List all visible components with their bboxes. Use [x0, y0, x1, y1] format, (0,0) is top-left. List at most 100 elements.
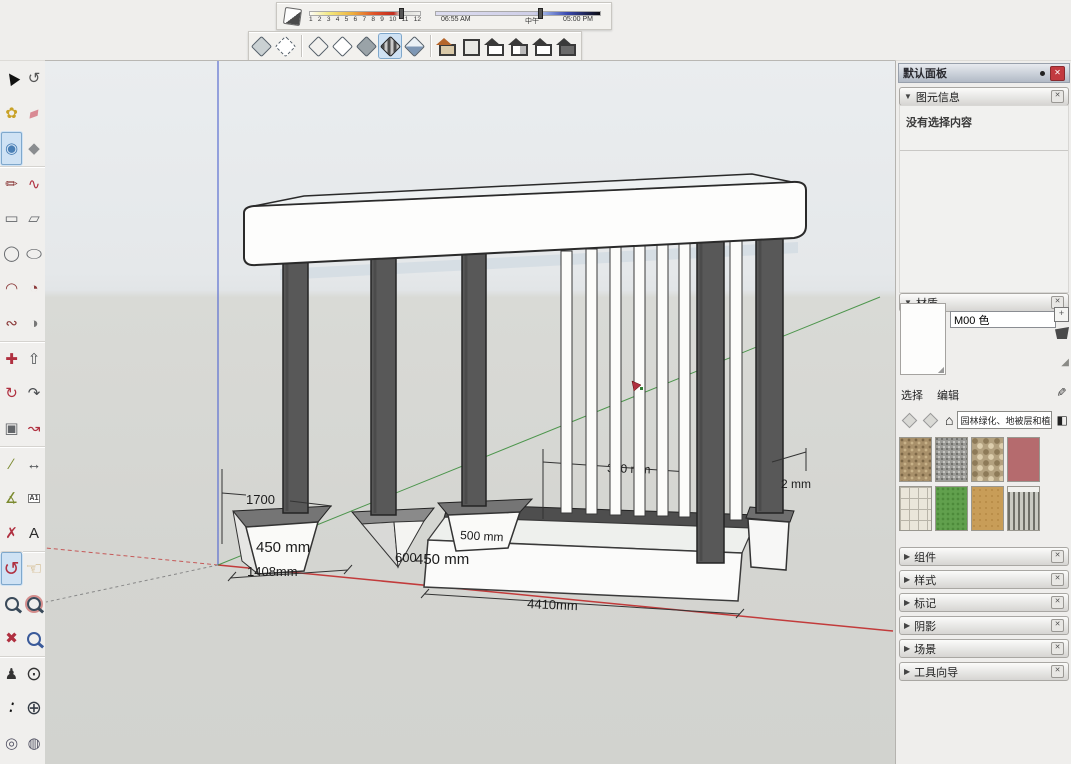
section-header-2[interactable]: ▶样式✕ — [899, 570, 1069, 589]
paint-bucket-icon[interactable] — [1055, 327, 1069, 339]
look-around-tool-icon: ⊙ — [26, 665, 42, 684]
swatch-river-rock[interactable] — [971, 437, 1004, 482]
tray-close-button[interactable]: ✕ — [1050, 66, 1065, 81]
section-header-5[interactable]: ▶场景✕ — [899, 639, 1069, 658]
axes-tool[interactable]: ✗ — [0, 516, 23, 551]
position-camera-tool[interactable]: ♟ — [0, 656, 23, 691]
previous-view-tool[interactable] — [23, 621, 45, 656]
section-header-6[interactable]: ▶工具向导✕ — [899, 662, 1069, 681]
swatch-gravel-brown[interactable] — [899, 437, 932, 482]
top-view-icon[interactable] — [460, 34, 482, 58]
rotated-rectangle-tool[interactable]: ▱ — [23, 201, 45, 236]
paint-bucket-tool[interactable]: ✿ — [0, 96, 23, 131]
zoom-window-tool[interactable] — [23, 586, 45, 621]
shaded-mode-icon[interactable] — [355, 34, 377, 58]
line-tool[interactable]: ✏ — [0, 166, 23, 201]
select-tool[interactable]: ▶ — [0, 61, 23, 96]
arc-tool[interactable]: ◠ — [0, 271, 23, 306]
back-arrow-icon[interactable] — [902, 412, 918, 428]
sample-paint-icon[interactable]: ✎ — [1054, 387, 1068, 397]
model-canvas[interactable]: 390 mm — [45, 61, 895, 764]
wireframe-mode-icon[interactable] — [307, 34, 329, 58]
right-view-icon[interactable] — [508, 34, 530, 58]
iso-view-icon[interactable] — [436, 34, 458, 58]
solid-shape-tool[interactable]: ◆ — [23, 131, 45, 166]
forward-arrow-icon[interactable] — [923, 412, 939, 428]
eraser-tool[interactable]: ▰ — [23, 96, 45, 131]
rotate-tool[interactable]: ↻ — [0, 376, 23, 411]
pie-tool[interactable]: ◔ — [23, 271, 45, 306]
material-category-dropdown[interactable]: 园林绿化、地被层和植被 ∨ — [957, 411, 1052, 429]
ellipse-tool[interactable]: ◯ — [23, 236, 45, 271]
follow-me-tool[interactable]: ↷ — [23, 376, 45, 411]
entity-info-header[interactable]: ▼ 图元信息 ✕ — [899, 87, 1069, 106]
3d-text-tool[interactable]: A — [23, 516, 45, 551]
back-view-icon[interactable] — [532, 34, 554, 58]
section-close-button[interactable]: ✕ — [1051, 665, 1064, 678]
tab-select[interactable]: 选择 — [901, 387, 923, 402]
zoom-tool[interactable] — [0, 586, 23, 621]
shadow-date-slider[interactable]: 123456789101112 — [309, 5, 421, 27]
zoom-extents-tool[interactable]: ✖ — [0, 621, 23, 656]
monochrome-mode-icon[interactable] — [403, 34, 425, 58]
modeling-viewport[interactable]: 390 mm — [45, 60, 895, 764]
swatch-brick-red[interactable] — [1007, 437, 1040, 482]
rotated-rectangle-tool-icon: ▱ — [28, 211, 40, 226]
text-tool[interactable]: A1 — [23, 481, 45, 516]
swatch-stone-pavers[interactable] — [899, 486, 932, 531]
pin-icon[interactable] — [1040, 71, 1045, 76]
details-pane-icon[interactable]: ◧ — [1056, 413, 1067, 427]
xray-mode-icon[interactable] — [250, 34, 272, 58]
protractor-tool[interactable]: ∡ — [0, 481, 23, 516]
swatch-gravel-gray[interactable] — [935, 437, 968, 482]
walk-tool[interactable]: ∶ — [0, 691, 23, 726]
lasso-select-tool[interactable]: ↺ — [23, 61, 45, 96]
tab-edit[interactable]: 编辑 — [937, 387, 959, 402]
front-view-icon[interactable] — [484, 34, 506, 58]
swatch-metal-fence[interactable] — [1007, 486, 1040, 531]
hidden-line-mode-icon[interactable] — [331, 34, 353, 58]
filled-arc-tool[interactable]: ◑ — [23, 306, 45, 341]
soften-edges-tool[interactable]: ◉ — [0, 131, 23, 166]
push-pull-tool[interactable]: ⇧ — [23, 341, 45, 376]
offset-tool[interactable]: ▣ — [0, 411, 23, 446]
extra-tool-1[interactable]: ◎ — [0, 726, 23, 761]
curve-tool[interactable]: ∾ — [0, 306, 23, 341]
section-close-button[interactable]: ✕ — [1051, 642, 1064, 655]
material-name-input[interactable] — [950, 311, 1056, 328]
dim-footing-width: 1408mm — [247, 564, 298, 579]
section-close-button[interactable]: ✕ — [1051, 573, 1064, 586]
section-close-button[interactable]: ✕ — [1051, 550, 1064, 563]
shaded-textures-mode-icon[interactable] — [379, 34, 401, 58]
move-tool[interactable]: ✚ — [0, 341, 23, 376]
pan-tool[interactable]: ☜ — [23, 551, 45, 586]
look-around-tool[interactable]: ⊙ — [23, 656, 45, 691]
entity-info-close-button[interactable]: ✕ — [1051, 90, 1064, 103]
twist-tool[interactable]: ↝ — [23, 411, 45, 446]
swatch-sand-tan[interactable] — [971, 486, 1004, 531]
section-header-3[interactable]: ▶标记✕ — [899, 593, 1069, 612]
material-preview[interactable]: ◢ — [900, 303, 946, 375]
freehand-tool[interactable]: ∿ — [23, 166, 45, 201]
section-header-4[interactable]: ▶阴影✕ — [899, 616, 1069, 635]
crosshair-tool[interactable]: ⊕ — [23, 691, 45, 726]
section-close-button[interactable]: ✕ — [1051, 619, 1064, 632]
section-close-button[interactable]: ✕ — [1051, 596, 1064, 609]
resize-handle-icon[interactable]: ◢ — [938, 365, 944, 374]
shadow-toggle-icon[interactable] — [283, 6, 302, 25]
circle-tool[interactable]: ◯ — [0, 236, 23, 271]
create-material-icon[interactable]: + — [1054, 307, 1069, 322]
shadow-time-slider[interactable]: 06:55 AM 中午 05:00 PM — [435, 5, 601, 27]
home-icon[interactable]: ⌂ — [945, 412, 953, 428]
orbit-tool[interactable]: ↺ — [0, 551, 23, 586]
section-header-1[interactable]: ▶组件✕ — [899, 547, 1069, 566]
dimension-tool[interactable]: ↔ — [23, 446, 45, 481]
extra-tool-2[interactable]: ◍ — [23, 726, 45, 761]
drag-triangle-icon[interactable]: ◢ — [1061, 357, 1069, 368]
tray-title-bar[interactable]: 默认面板 ✕ — [898, 63, 1070, 83]
back-edges-icon[interactable] — [274, 34, 296, 58]
rectangle-tool[interactable]: ▭ — [0, 201, 23, 236]
tape-measure-tool[interactable]: ∕ — [0, 446, 23, 481]
swatch-grass-green[interactable] — [935, 486, 968, 531]
left-view-icon[interactable] — [556, 34, 578, 58]
